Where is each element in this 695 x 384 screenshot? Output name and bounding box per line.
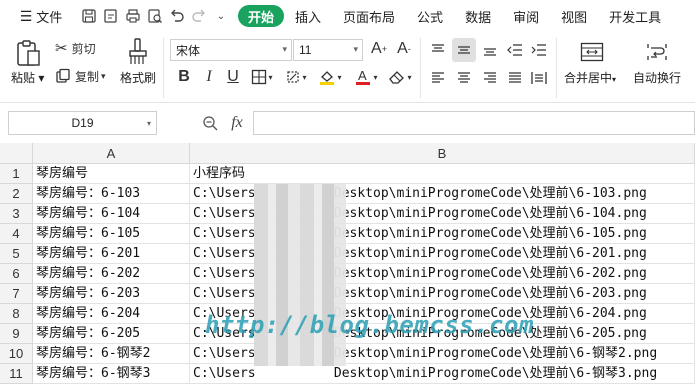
tab-2[interactable]: 页面布局	[332, 4, 406, 28]
copy-button[interactable]: 复制 ▾	[55, 66, 106, 86]
tab-7[interactable]: 开发工具	[598, 4, 672, 28]
format-painter-label[interactable]: 格式刷	[120, 69, 156, 86]
cell-a[interactable]: 琴房编号：6-202	[33, 264, 190, 284]
tab-6[interactable]: 视图	[550, 4, 598, 28]
hamburger-icon: ☰	[19, 7, 33, 24]
cell-b[interactable]: C:\Users Desktop\miniProgromeCode\处理前\6-…	[190, 364, 695, 384]
border-icon[interactable]: ▾	[248, 66, 276, 88]
row-header[interactable]: 10	[0, 344, 33, 364]
cell-a[interactable]: 琴房编号：6-钢琴2	[33, 344, 190, 364]
cut-label: 剪切	[71, 41, 96, 56]
row-header[interactable]: 3	[0, 204, 33, 224]
increase-font-icon[interactable]: A +	[369, 39, 389, 59]
bold-icon[interactable]: B	[175, 66, 193, 88]
align-center-icon[interactable]	[454, 68, 474, 88]
chevron-down-icon: ▾	[282, 44, 287, 54]
row-header[interactable]: 7	[0, 284, 33, 304]
underline-icon[interactable]: U	[224, 66, 242, 88]
chevron-down-icon[interactable]: ⌄	[210, 5, 232, 27]
align-top-icon[interactable]	[428, 40, 448, 60]
cell-a[interactable]: 琴房编号：6-201	[33, 244, 190, 264]
paste-button[interactable]	[12, 36, 44, 70]
divider	[420, 38, 421, 98]
tab-4[interactable]: 数据	[454, 4, 502, 28]
row-header[interactable]: 11	[0, 364, 33, 384]
menu-bar: ☰ 文件 ⌄ 开始 插入 页面布局 公式 数据 审阅 视图 开发工具	[0, 0, 695, 32]
align-bottom-icon[interactable]	[480, 40, 500, 60]
formula-bar: D19 ▾ fx	[0, 103, 695, 143]
format-painter-button[interactable]	[122, 36, 154, 68]
print-preview-icon[interactable]	[144, 5, 166, 27]
justify-icon[interactable]	[505, 68, 525, 88]
tab-1[interactable]: 插入	[284, 4, 332, 28]
row-header[interactable]: 5	[0, 244, 33, 264]
name-box[interactable]: D19 ▾	[8, 111, 157, 135]
formula-input[interactable]	[253, 111, 695, 135]
cell-a[interactable]: 琴房编号：6-204	[33, 304, 190, 324]
file-menu[interactable]: ☰ 文件	[10, 4, 72, 28]
divider	[556, 38, 557, 98]
chevron-down-icon: ▾	[146, 118, 151, 128]
font-size-select[interactable]: 11 ▾	[293, 39, 363, 61]
eraser-icon[interactable]: ▾	[386, 66, 414, 88]
divider	[163, 38, 164, 98]
save-icon[interactable]	[78, 5, 100, 27]
align-right-icon[interactable]	[480, 68, 500, 88]
fill-color-icon[interactable]: ▾	[316, 66, 344, 88]
row-header[interactable]: 9	[0, 324, 33, 344]
decrease-font-icon[interactable]: A-	[394, 39, 414, 59]
row-header[interactable]: 4	[0, 224, 33, 244]
font-color-icon[interactable]: A ▾	[352, 66, 380, 88]
cell-a[interactable]: 琴房编号：6-205	[33, 324, 190, 344]
cell-b[interactable]: 小程序码	[190, 164, 695, 184]
cell-a[interactable]: 琴房编号	[33, 164, 190, 184]
row-header[interactable]: 6	[0, 264, 33, 284]
insert-function-button[interactable]: fx	[228, 112, 246, 134]
cut-button[interactable]: ✂ 剪切	[55, 38, 96, 58]
copy-label: 复制	[75, 69, 100, 84]
cell-a[interactable]: 琴房编号：6-104	[33, 204, 190, 224]
copy-icon	[56, 68, 70, 83]
column-header-a[interactable]: A	[33, 143, 190, 164]
cell-a[interactable]: 琴房编号：6-105	[33, 224, 190, 244]
zoom-function-icon[interactable]	[201, 113, 219, 133]
select-all-corner[interactable]	[0, 143, 33, 164]
paste-label[interactable]: 粘贴 ▾	[11, 69, 44, 86]
cell-a[interactable]: 琴房编号：6-203	[33, 284, 190, 304]
svg-text:A: A	[358, 68, 367, 83]
paintbrush-icon	[129, 38, 147, 64]
scissors-icon: ✂	[55, 40, 68, 57]
align-left-icon[interactable]	[428, 68, 448, 88]
fill-pattern-icon[interactable]: ▾	[282, 66, 310, 88]
decrease-indent-icon[interactable]	[505, 40, 525, 60]
cell-a[interactable]: 琴房编号：6-103	[33, 184, 190, 204]
ribbon-home: 粘贴 ▾ ✂ 剪切 复制 ▾ 格式刷 宋体 ▾ 11 ▾ A + A- B I U ▾ …	[0, 32, 695, 103]
row-header[interactable]: 8	[0, 304, 33, 324]
tab-3[interactable]: 公式	[406, 4, 454, 28]
column-header-b[interactable]: B	[190, 143, 695, 164]
file-menu-label: 文件	[36, 9, 63, 25]
wrap-text-icon[interactable]	[643, 38, 671, 66]
export-pdf-icon[interactable]	[100, 5, 122, 27]
merge-center-button[interactable]: 合并居中▾	[564, 69, 616, 86]
undo-icon[interactable]	[166, 5, 188, 27]
increase-indent-icon[interactable]	[529, 40, 549, 60]
italic-icon[interactable]: I	[200, 66, 218, 88]
row-header[interactable]: 1	[0, 164, 33, 184]
tab-0[interactable]: 开始	[238, 5, 285, 27]
print-icon[interactable]	[122, 5, 144, 27]
font-name-select[interactable]: 宋体 ▾	[170, 39, 292, 61]
watermark-text: http://blog.bemcss.com	[205, 311, 534, 339]
distributed-icon[interactable]	[529, 68, 549, 88]
chevron-down-icon: ▾	[353, 44, 358, 54]
align-middle-icon[interactable]	[452, 38, 476, 62]
clipboard-icon	[17, 40, 40, 66]
tab-5[interactable]: 审阅	[502, 4, 550, 28]
cell-a[interactable]: 琴房编号：6-钢琴3	[33, 364, 190, 384]
merge-center-icon[interactable]	[578, 38, 606, 66]
wrap-text-button[interactable]: 自动换行	[633, 69, 681, 86]
row-header[interactable]: 2	[0, 184, 33, 204]
redo-icon[interactable]	[188, 5, 210, 27]
